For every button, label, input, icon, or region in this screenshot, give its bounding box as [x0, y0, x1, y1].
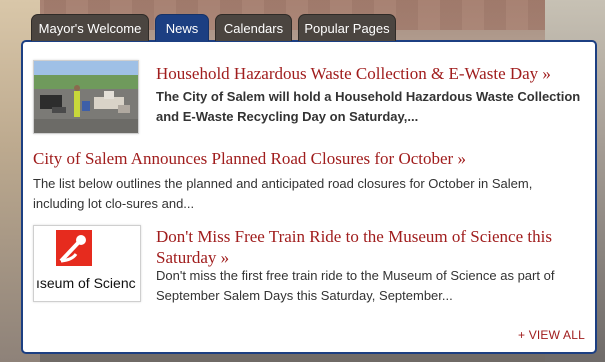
- news-title-road-closures[interactable]: City of Salem Announces Planned Road Clo…: [33, 148, 583, 169]
- tab-news[interactable]: News: [155, 14, 209, 41]
- news-title-train-ride[interactable]: Don't Miss Free Train Ride to the Museum…: [156, 226, 576, 268]
- news-title-hazardous-waste[interactable]: Household Hazardous Waste Collection & E…: [156, 63, 586, 84]
- tab-calendars[interactable]: Calendars: [215, 14, 292, 41]
- news-summary-train-ride: Don't miss the first free train ride to …: [156, 268, 555, 303]
- tab-bar: Mayor's Welcome News Calendars Popular P…: [31, 14, 396, 41]
- view-all-link[interactable]: + VIEW ALL: [518, 328, 585, 342]
- hazardous-waste-thumbnail[interactable]: [33, 60, 139, 134]
- museum-of-science-logo-icon: ıseum of Scienc: [34, 226, 140, 301]
- news-panel: Household Hazardous Waste Collection & E…: [21, 40, 597, 354]
- tab-popular-pages[interactable]: Popular Pages: [298, 14, 396, 41]
- museum-of-science-thumbnail[interactable]: ıseum of Scienc: [33, 225, 141, 302]
- waste-collection-photo-icon: [34, 61, 138, 133]
- museum-logo-text: ıseum of Scienc: [36, 275, 136, 291]
- tab-mayors-welcome[interactable]: Mayor's Welcome: [31, 14, 149, 41]
- news-summary-road-closures: The list below outlines the planned and …: [33, 176, 533, 211]
- news-summary-hazardous-waste: The City of Salem will hold a Household …: [156, 89, 581, 124]
